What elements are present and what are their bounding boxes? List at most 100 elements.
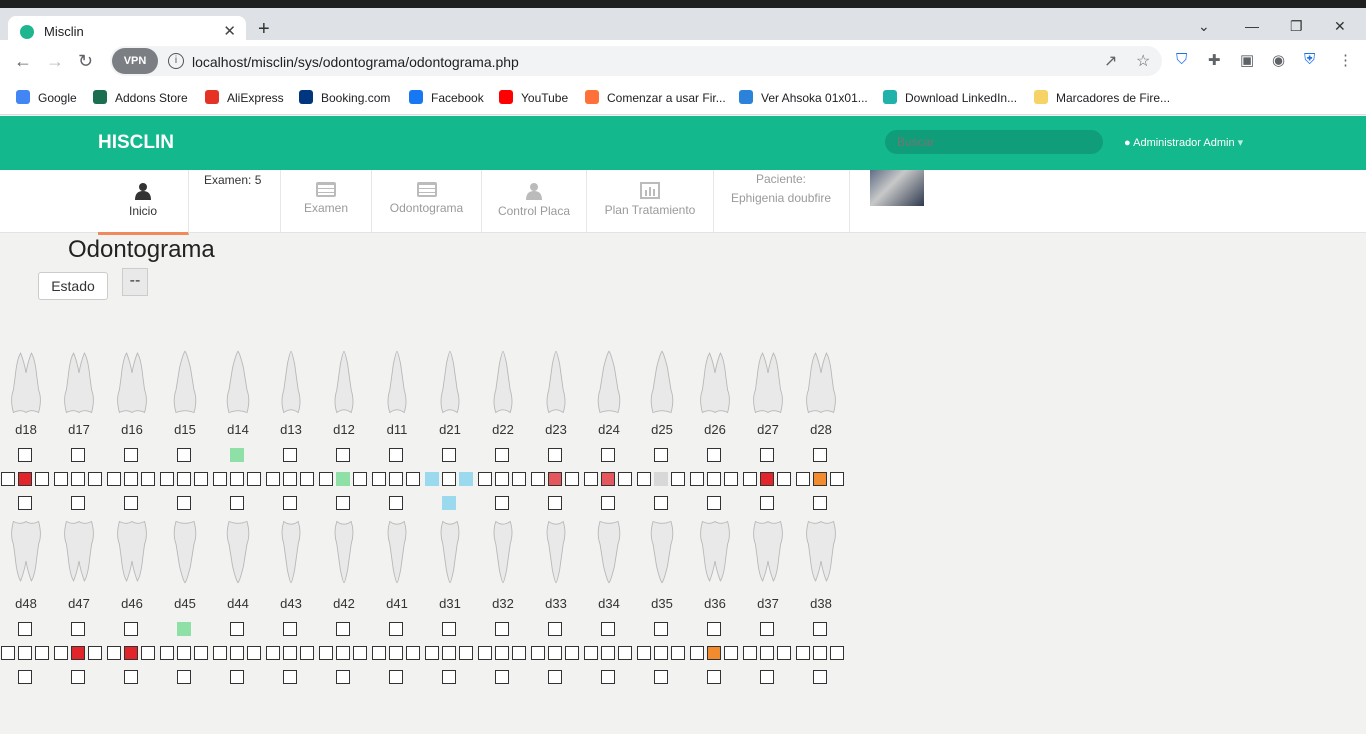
- surface-bottom-checkbox[interactable]: [495, 496, 509, 510]
- surface-center-checkbox[interactable]: [442, 472, 456, 486]
- surface-center-checkbox[interactable]: [813, 472, 827, 486]
- surface-top-checkbox[interactable]: [336, 448, 350, 462]
- surface-bottom-checkbox[interactable]: [177, 496, 191, 510]
- surface-top-checkbox[interactable]: [760, 448, 774, 462]
- surface-left-checkbox[interactable]: [1, 646, 15, 660]
- surface-right-checkbox[interactable]: [724, 472, 738, 486]
- surface-right-checkbox[interactable]: [406, 646, 420, 660]
- surface-center-checkbox[interactable]: [601, 472, 615, 486]
- surface-top-checkbox[interactable]: [654, 448, 668, 462]
- bookmark-item[interactable]: Download LinkedIn...: [883, 90, 1017, 105]
- surface-center-checkbox[interactable]: [283, 646, 297, 660]
- surface-bottom-checkbox[interactable]: [760, 496, 774, 510]
- surface-left-checkbox[interactable]: [213, 472, 227, 486]
- surface-left-checkbox[interactable]: [690, 472, 704, 486]
- surface-bottom-checkbox[interactable]: [760, 670, 774, 684]
- surface-right-checkbox[interactable]: [35, 472, 49, 486]
- bookmark-item[interactable]: Addons Store: [93, 90, 188, 105]
- surface-right-checkbox[interactable]: [88, 472, 102, 486]
- surface-center-checkbox[interactable]: [336, 646, 350, 660]
- surface-left-checkbox[interactable]: [796, 646, 810, 660]
- surface-right-checkbox[interactable]: [247, 646, 261, 660]
- surface-left-checkbox[interactable]: [743, 472, 757, 486]
- site-info-icon[interactable]: i: [168, 53, 184, 69]
- surface-bottom-checkbox[interactable]: [442, 670, 456, 684]
- surface-center-checkbox[interactable]: [442, 646, 456, 660]
- url-text[interactable]: localhost/misclin/sys/odontograma/odonto…: [192, 54, 519, 70]
- surface-right-checkbox[interactable]: [353, 646, 367, 660]
- surface-right-checkbox[interactable]: [300, 472, 314, 486]
- surface-center-checkbox[interactable]: [71, 472, 85, 486]
- profile-icon[interactable]: ◉: [1272, 51, 1285, 69]
- surface-center-checkbox[interactable]: [813, 646, 827, 660]
- surface-left-checkbox[interactable]: [531, 646, 545, 660]
- surface-top-checkbox[interactable]: [230, 448, 244, 462]
- surface-right-checkbox[interactable]: [830, 646, 844, 660]
- share-icon[interactable]: ↗: [1104, 51, 1117, 71]
- surface-center-checkbox[interactable]: [707, 472, 721, 486]
- surface-right-checkbox[interactable]: [618, 472, 632, 486]
- surface-left-checkbox[interactable]: [584, 472, 598, 486]
- surface-left-checkbox[interactable]: [637, 472, 651, 486]
- surface-top-checkbox[interactable]: [813, 622, 827, 636]
- surface-left-checkbox[interactable]: [425, 646, 439, 660]
- surface-top-checkbox[interactable]: [283, 622, 297, 636]
- surface-bottom-checkbox[interactable]: [654, 496, 668, 510]
- surface-right-checkbox[interactable]: [565, 646, 579, 660]
- surface-left-checkbox[interactable]: [160, 646, 174, 660]
- surface-right-checkbox[interactable]: [512, 646, 526, 660]
- surface-center-checkbox[interactable]: [71, 646, 85, 660]
- surface-top-checkbox[interactable]: [230, 622, 244, 636]
- surface-center-checkbox[interactable]: [548, 646, 562, 660]
- surface-top-checkbox[interactable]: [389, 622, 403, 636]
- tab-plan-tratamiento[interactable]: Plan Tratamiento: [587, 170, 714, 232]
- surface-top-checkbox[interactable]: [442, 448, 456, 462]
- restore-icon[interactable]: ❐: [1290, 18, 1303, 35]
- surface-top-checkbox[interactable]: [124, 448, 138, 462]
- menu-kebab-icon[interactable]: ⋮: [1338, 51, 1353, 69]
- new-tab-icon[interactable]: +: [258, 18, 270, 41]
- minimize-icon[interactable]: —: [1245, 18, 1259, 34]
- surface-left-checkbox[interactable]: [425, 472, 439, 486]
- surface-right-checkbox[interactable]: [406, 472, 420, 486]
- surface-top-checkbox[interactable]: [177, 622, 191, 636]
- surface-bottom-checkbox[interactable]: [707, 496, 721, 510]
- surface-right-checkbox[interactable]: [777, 646, 791, 660]
- surface-left-checkbox[interactable]: [107, 472, 121, 486]
- surface-left-checkbox[interactable]: [637, 646, 651, 660]
- surface-top-checkbox[interactable]: [18, 622, 32, 636]
- surface-center-checkbox[interactable]: [389, 646, 403, 660]
- surface-center-checkbox[interactable]: [177, 646, 191, 660]
- surface-right-checkbox[interactable]: [512, 472, 526, 486]
- tab-control-placa[interactable]: Control Placa: [482, 170, 587, 232]
- surface-left-checkbox[interactable]: [266, 472, 280, 486]
- tab-odontograma[interactable]: Odontograma: [372, 170, 482, 232]
- surface-top-checkbox[interactable]: [442, 622, 456, 636]
- surface-top-checkbox[interactable]: [601, 448, 615, 462]
- surface-center-checkbox[interactable]: [124, 646, 138, 660]
- surface-right-checkbox[interactable]: [459, 472, 473, 486]
- extensions-puzzle-icon[interactable]: ✚: [1208, 51, 1221, 69]
- surface-top-checkbox[interactable]: [177, 448, 191, 462]
- state-selector[interactable]: --: [122, 268, 148, 296]
- surface-right-checkbox[interactable]: [300, 646, 314, 660]
- bookmark-item[interactable]: Comenzar a usar Fir...: [585, 90, 726, 105]
- user-menu[interactable]: ● Administrador Admin ▾: [1124, 136, 1243, 149]
- surface-top-checkbox[interactable]: [601, 622, 615, 636]
- surface-right-checkbox[interactable]: [194, 646, 208, 660]
- surface-center-checkbox[interactable]: [707, 646, 721, 660]
- tab-search-icon[interactable]: ⌄: [1198, 18, 1210, 35]
- surface-bottom-checkbox[interactable]: [601, 670, 615, 684]
- surface-bottom-checkbox[interactable]: [813, 670, 827, 684]
- surface-top-checkbox[interactable]: [707, 448, 721, 462]
- surface-top-checkbox[interactable]: [71, 622, 85, 636]
- surface-top-checkbox[interactable]: [813, 448, 827, 462]
- surface-center-checkbox[interactable]: [495, 646, 509, 660]
- surface-left-checkbox[interactable]: [478, 646, 492, 660]
- surface-top-checkbox[interactable]: [389, 448, 403, 462]
- bookmark-item[interactable]: Facebook: [409, 90, 484, 105]
- surface-top-checkbox[interactable]: [760, 622, 774, 636]
- surface-bottom-checkbox[interactable]: [601, 496, 615, 510]
- surface-top-checkbox[interactable]: [495, 622, 509, 636]
- surface-left-checkbox[interactable]: [372, 646, 386, 660]
